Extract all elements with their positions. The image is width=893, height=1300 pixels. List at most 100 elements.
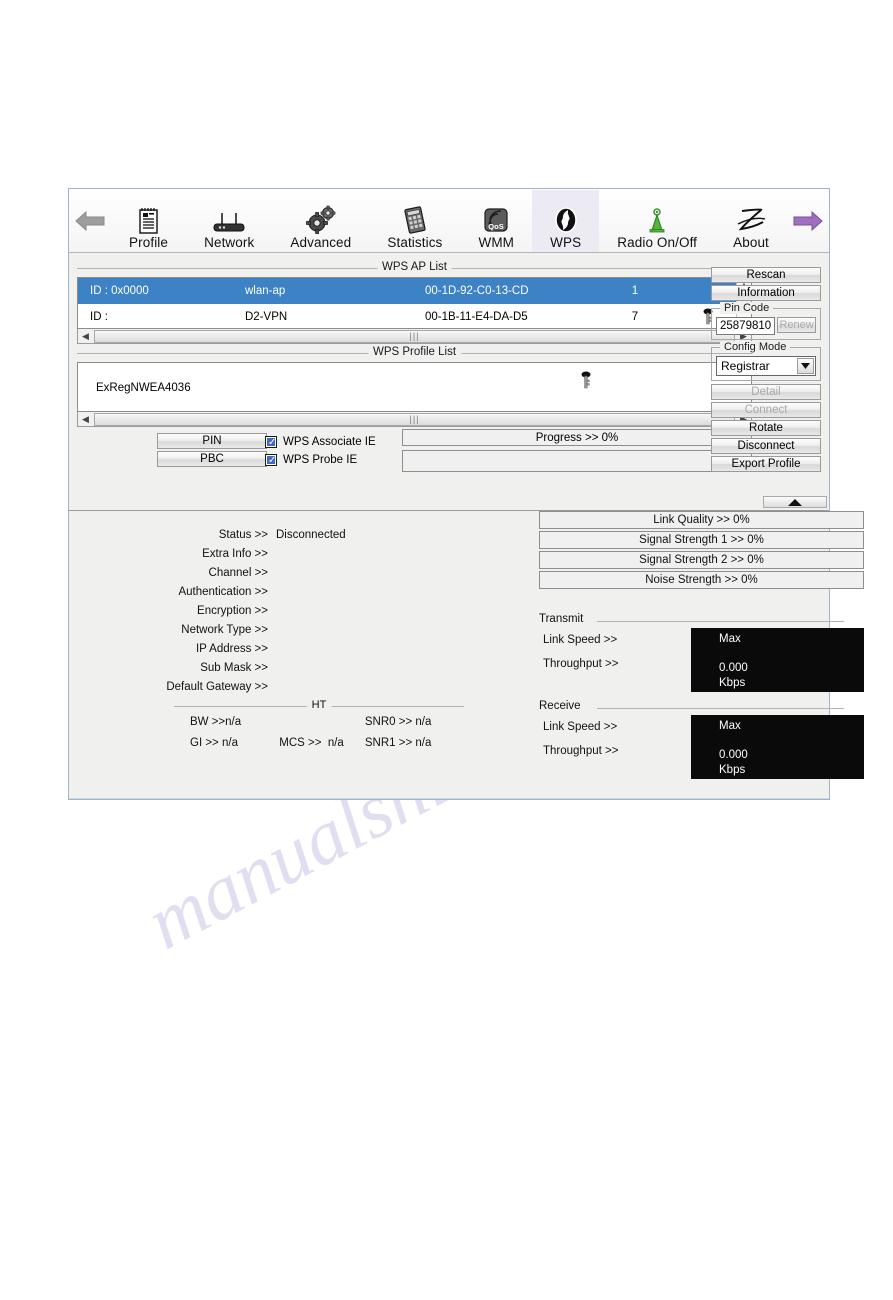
connect-button-label: Connect	[744, 404, 788, 416]
receive-max-label: Max	[719, 720, 741, 732]
wps-action-buttons: PIN PBC	[157, 433, 267, 469]
wps-ap-listbox[interactable]: ID : 0x0000 wlan-ap 00-1D-92-C0-13-CD 1 …	[77, 277, 752, 329]
export-profile-button-label: Export Profile	[731, 458, 801, 470]
config-mode-value: Registrar	[721, 359, 770, 373]
tab-statistics[interactable]: Statistics	[369, 190, 460, 252]
tab-label-radio-on-off: Radio On/Off	[617, 235, 698, 250]
wps-progress-area: Progress >> 0%	[402, 429, 752, 472]
config-mode-select[interactable]: Registrar	[716, 356, 816, 376]
tab-profile[interactable]: Profile	[111, 190, 186, 252]
noise-strength-bar: Noise Strength >> 0%	[539, 571, 864, 589]
wps-associate-ie-checkbox[interactable]: ✓	[265, 436, 277, 448]
scroll-thumb[interactable]: |||	[94, 329, 735, 343]
wps-probe-ie-checkbox[interactable]: ✓	[265, 454, 277, 466]
svg-text:QoS: QoS	[489, 222, 504, 231]
ap-row-mac: 00-1D-92-C0-13-CD	[425, 285, 529, 297]
tab-wmm[interactable]: QoS WMM	[460, 190, 532, 252]
profile-document-icon	[136, 205, 162, 235]
wps-probe-ie-label: WPS Probe IE	[283, 454, 358, 466]
ip-address-label: IP Address >>	[195, 642, 268, 655]
tab-wps[interactable]: WPS	[532, 190, 600, 252]
signal-strength-1-bar: Signal Strength 1 >> 0%	[539, 531, 864, 549]
ht-snr1-label: SNR1 >>	[364, 736, 413, 749]
left-arrow-icon	[75, 210, 105, 232]
transmit-throughput-row: Throughput >>	[539, 652, 689, 676]
status-row-extra-info: Extra Info >>	[69, 544, 469, 563]
renew-pin-button[interactable]: Renew	[777, 317, 816, 333]
pin-code-group: Pin Code 25879810 Renew	[711, 302, 821, 340]
transmit-caption: Transmit	[539, 613, 590, 625]
profile-list-horizontal-scrollbar[interactable]: ◀ ||| ▶	[77, 412, 752, 427]
ht-row-1: BW >> n/a SNR0 >> n/a	[174, 711, 464, 732]
wps-ie-checkboxes: ✓ WPS Associate IE ✓ WPS Probe IE	[265, 433, 376, 469]
receive-header: Receive	[539, 700, 864, 715]
status-row-default-gateway: Default Gateway >>	[69, 677, 469, 696]
nav-forward-button[interactable]	[787, 190, 829, 252]
rotate-button[interactable]: Rotate	[711, 420, 821, 436]
wps-associate-ie-row[interactable]: ✓ WPS Associate IE	[265, 433, 376, 451]
scroll-thumb[interactable]: |||	[94, 412, 735, 426]
receive-caption: Receive	[539, 700, 587, 712]
connection-details-list: Status >> Disconnected Extra Info >> Cha…	[69, 525, 469, 696]
tab-label-statistics: Statistics	[387, 235, 443, 250]
receive-group-line	[597, 708, 844, 709]
tab-network[interactable]: Network	[186, 190, 272, 252]
pin-code-input[interactable]: 25879810	[716, 317, 776, 335]
tab-about[interactable]: About	[715, 190, 787, 252]
ht-snr0: SNR0 >> n/a	[365, 716, 464, 728]
qos-icon: QoS	[481, 205, 511, 235]
receive-link-speed-row: Link Speed >>	[539, 715, 689, 739]
right-arrow-icon	[793, 210, 823, 232]
wps-probe-ie-row[interactable]: ✓ WPS Probe IE	[265, 451, 376, 469]
noise-strength-label: Noise Strength >> 0%	[645, 574, 758, 586]
key-icon	[580, 371, 592, 391]
receive-body: Link Speed >> Throughput >> Max 0.000 Kb…	[539, 715, 864, 779]
list-item[interactable]: ExRegNWEA4036	[78, 363, 751, 411]
default-gateway-label: Default Gateway >>	[166, 680, 268, 693]
status-label: Status >>	[218, 528, 268, 541]
pin-button[interactable]: PIN	[157, 433, 267, 449]
receive-labels: Link Speed >> Throughput >>	[539, 715, 689, 763]
ht-bw-label: BW >>	[190, 715, 226, 728]
signal-strength-2-bar: Signal Strength 2 >> 0%	[539, 551, 864, 569]
transmit-group-line	[597, 621, 844, 622]
tab-label-advanced: Advanced	[290, 235, 352, 250]
collapse-panel-button[interactable]	[763, 496, 827, 508]
pbc-button[interactable]: PBC	[157, 451, 267, 467]
scroll-left-button[interactable]: ◀	[78, 413, 93, 426]
table-row[interactable]: ID : D2-VPN 00-1B-11-E4-DA-D5 7	[78, 304, 751, 328]
ap-row-ssid: D2-VPN	[245, 311, 288, 323]
transmit-link-speed-row: Link Speed >>	[539, 628, 689, 652]
scroll-left-button[interactable]: ◀	[78, 330, 93, 343]
chevron-down-icon[interactable]	[797, 358, 814, 374]
ht-snr1-value: n/a	[415, 736, 432, 749]
ap-list-horizontal-scrollbar[interactable]: ◀ ||| ▶	[77, 329, 752, 344]
detail-button[interactable]: Detail	[711, 384, 821, 400]
nav-back-button[interactable]	[69, 190, 111, 252]
disconnect-button[interactable]: Disconnect	[711, 438, 821, 454]
wps-associate-ie-label: WPS Associate IE	[283, 436, 376, 448]
antenna-icon	[644, 205, 670, 235]
table-row[interactable]: ID : 0x0000 wlan-ap 00-1D-92-C0-13-CD 1	[78, 278, 751, 304]
rescan-button[interactable]: Rescan	[711, 267, 821, 283]
ht-snr0-value: n/a	[415, 715, 432, 728]
status-row-sub-mask: Sub Mask >>	[69, 658, 469, 677]
wps-icon	[551, 205, 581, 235]
export-profile-button[interactable]: Export Profile	[711, 456, 821, 472]
ht-gi: GI >> n/a	[174, 737, 279, 749]
channel-label: Channel >>	[208, 566, 268, 579]
rescan-button-label: Rescan	[746, 269, 786, 281]
triangle-up-icon	[788, 498, 802, 506]
ap-row-channel: 7	[631, 311, 639, 323]
transmit-throughput-display: Max 0.000 Kbps	[691, 628, 864, 692]
tab-label-wmm: WMM	[478, 235, 515, 250]
information-button[interactable]: Information	[711, 285, 821, 301]
encryption-label: Encryption >>	[197, 604, 268, 617]
tab-radio-on-off[interactable]: Radio On/Off	[599, 190, 715, 252]
tab-advanced[interactable]: Advanced	[272, 190, 369, 252]
profile-name: ExRegNWEA4036	[96, 382, 191, 394]
status-row-status: Status >> Disconnected	[69, 525, 469, 544]
wps-side-buttons: Rescan Information Pin Code 25879810 Ren…	[711, 267, 821, 474]
connect-button[interactable]: Connect	[711, 402, 821, 418]
wps-profile-listbox[interactable]: ExRegNWEA4036	[77, 362, 752, 412]
